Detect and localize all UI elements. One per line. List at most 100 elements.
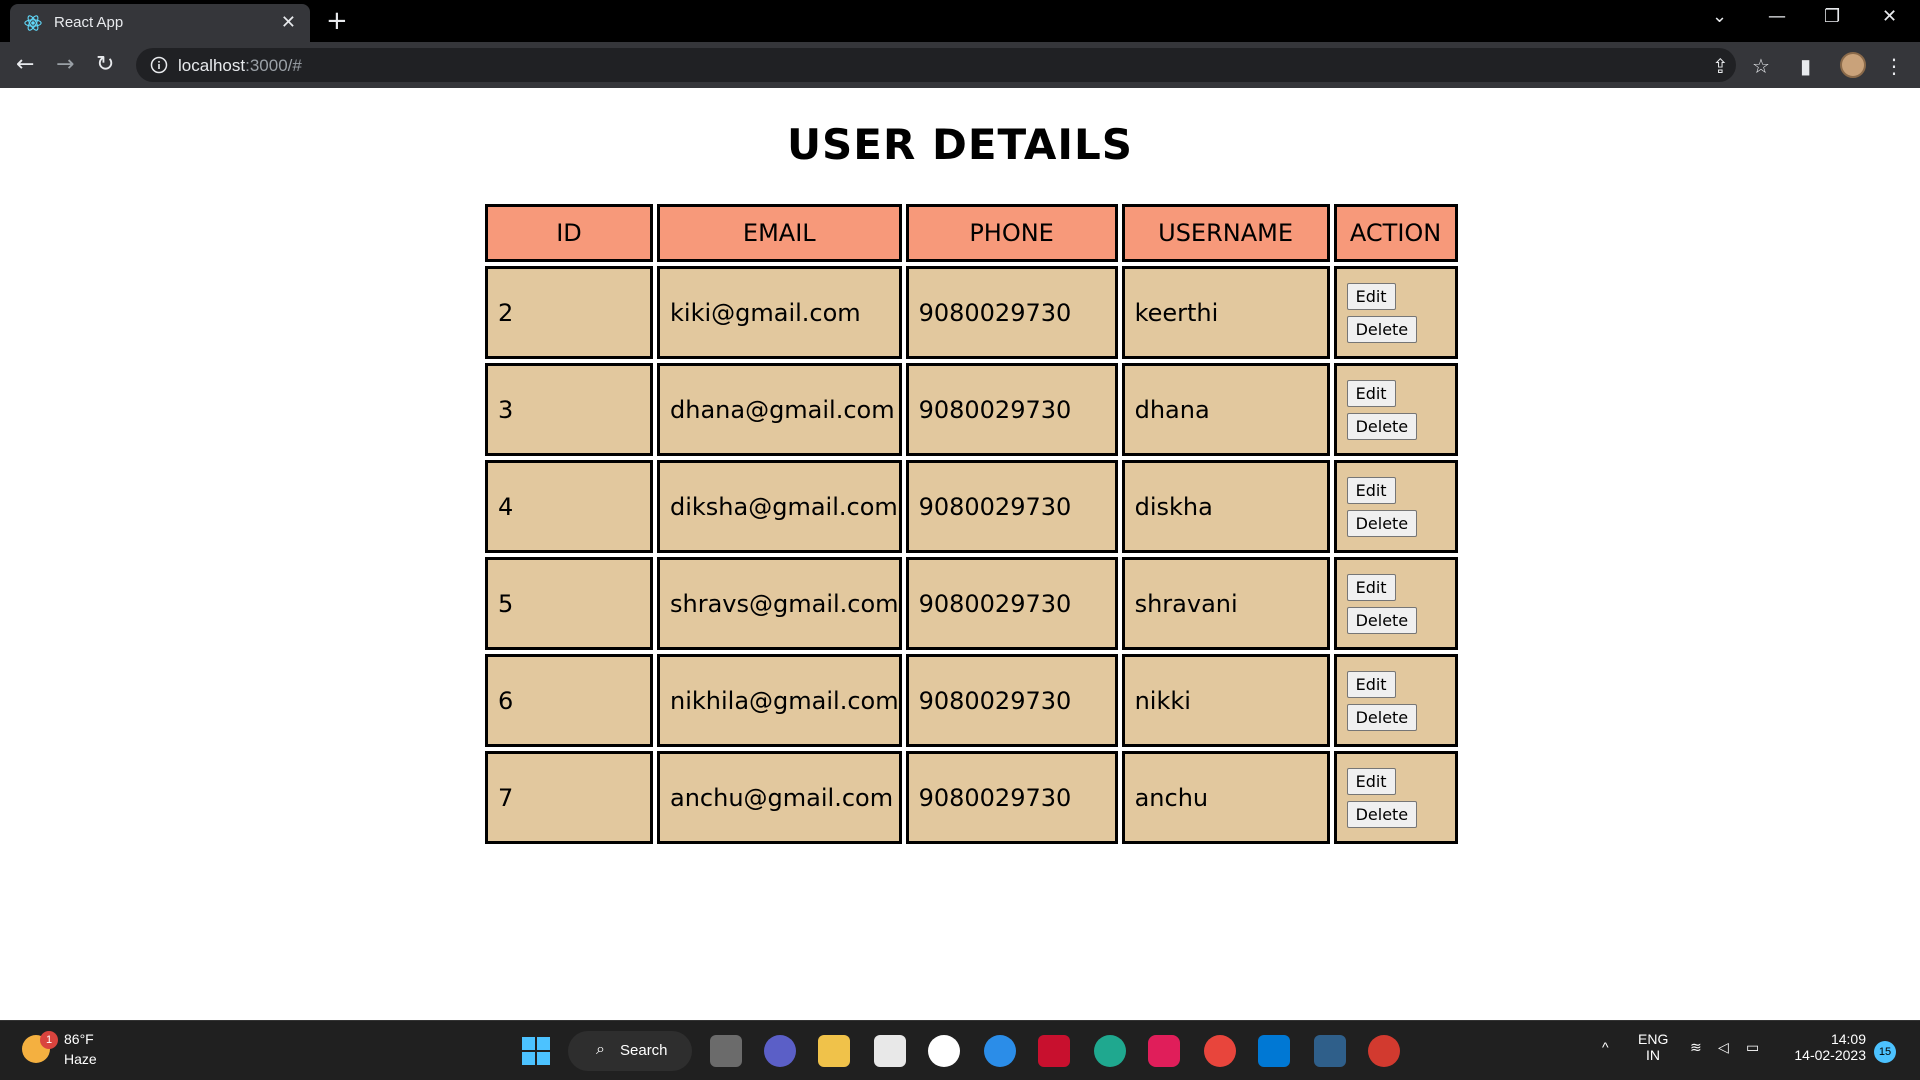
cell-phone: 9080029730 [905,266,1118,359]
page-content: USER DETAILS ID EMAIL PHONE USERNAME ACT… [0,88,1920,1020]
table-row: 6 nikhila@gmail.com 9080029730 nikki Edi… [485,654,1458,747]
get-help-icon[interactable] [984,1035,1016,1067]
cell-phone: 9080029730 [905,751,1118,844]
cell-username: nikki [1121,654,1330,747]
column-header-phone: PHONE [905,204,1118,262]
forward-arrow-icon[interactable]: → [56,52,74,77]
side-panel-icon[interactable]: ▮ [1800,54,1811,78]
edit-button[interactable]: Edit [1346,282,1396,310]
delete-button[interactable]: Delete [1346,315,1418,343]
share-icon[interactable]: ⇪ [1712,54,1729,78]
restore-button[interactable]: ❐ [1824,6,1840,27]
battery-icon[interactable]: ▭ [1746,1039,1759,1056]
edit-button[interactable]: Edit [1346,476,1396,504]
cell-action: Edit Delete [1333,460,1458,553]
cell-phone: 9080029730 [905,460,1118,553]
windows-taskbar: 1 86°F Haze ⌕ Search ^ ENG IN ≋ ◁ ▭ 14:0… [0,1020,1920,1080]
show-hidden-icons-chevron-icon[interactable]: ^ [1602,1039,1609,1055]
profile-avatar[interactable] [1840,52,1866,78]
user-table: ID EMAIL PHONE USERNAME ACTION 2 kiki@gm… [481,200,1462,848]
table-header-row: ID EMAIL PHONE USERNAME ACTION [485,204,1458,262]
cell-action: Edit Delete [1333,363,1458,456]
minimize-button[interactable]: — [1768,6,1786,27]
task-view-icon[interactable] [710,1035,742,1067]
back-arrow-icon[interactable]: ← [16,52,34,77]
table-row: 3 dhana@gmail.com 9080029730 dhana Edit … [485,363,1458,456]
slack-icon[interactable] [1148,1035,1180,1067]
cell-phone: 9080029730 [905,363,1118,456]
react-logo-icon [24,15,42,31]
new-tab-button[interactable]: + [326,6,348,36]
cell-username: shravani [1121,557,1330,650]
column-header-action: ACTION [1333,204,1458,262]
column-header-username: USERNAME [1121,204,1330,262]
cell-email: diksha@gmail.com [657,460,902,553]
notification-count-badge[interactable]: 15 [1874,1041,1896,1063]
cell-id: 5 [485,557,653,650]
file-explorer-icon[interactable] [818,1035,850,1067]
bookmark-star-icon[interactable]: ☆ [1752,54,1770,78]
page-title: USER DETAILS [786,120,1134,169]
table-row: 2 kiki@gmail.com 9080029730 keerthi Edit… [485,266,1458,359]
edit-button[interactable]: Edit [1346,670,1396,698]
cell-action: Edit Delete [1333,266,1458,359]
delete-button[interactable]: Delete [1346,800,1418,828]
chrome-icon[interactable] [1204,1035,1236,1067]
cell-id: 2 [485,266,653,359]
github-icon[interactable] [928,1035,960,1067]
cell-action: Edit Delete [1333,654,1458,747]
edit-button[interactable]: Edit [1346,767,1396,795]
delete-button[interactable]: Delete [1346,412,1418,440]
delete-button[interactable]: Delete [1346,509,1418,537]
tab-search-chevron-icon[interactable]: ⌄ [1712,6,1727,27]
taskbar-search-button[interactable]: ⌕ Search [568,1031,692,1071]
tab-title: React App [54,14,124,31]
reload-icon[interactable]: ↻ [96,52,114,77]
language-indicator[interactable]: ENG IN [1638,1031,1668,1063]
cell-username: dhana [1121,363,1330,456]
vscode-icon[interactable] [1258,1035,1290,1067]
edit-button[interactable]: Edit [1346,573,1396,601]
cell-username: keerthi [1121,266,1330,359]
address-bar[interactable]: localhost:3000/# [136,48,1736,82]
browser-toolbar: ← → ↻ localhost:3000/# ⇪ ☆ ▮ ⋮ [0,42,1920,88]
clock-time: 14:09 [1830,1031,1866,1047]
cell-email: anchu@gmail.com [657,751,902,844]
site-info-icon[interactable] [150,56,168,74]
taskbar-clock[interactable]: 14:09 14-02-2023 [1786,1031,1866,1063]
weather-condition: Haze [64,1051,97,1067]
column-header-id: ID [485,204,653,262]
teams-chat-icon[interactable] [764,1035,796,1067]
tab-close-icon[interactable]: ✕ [281,12,296,33]
close-window-button[interactable]: ✕ [1882,6,1897,27]
browser-tab-strip: React App ✕ + ⌄ — ❐ ✕ [0,0,1920,42]
windows-start-icon[interactable] [522,1037,550,1065]
language-code: ENG [1638,1031,1669,1047]
url-text: localhost:3000/# [178,56,302,75]
menu-kebab-icon[interactable]: ⋮ [1884,54,1904,78]
cell-email: shravs@gmail.com [657,557,902,650]
table-row: 4 diksha@gmail.com 9080029730 diskha Edi… [485,460,1458,553]
cell-email: dhana@gmail.com [657,363,902,456]
cell-email: kiki@gmail.com [657,266,902,359]
table-row: 5 shravs@gmail.com 9080029730 shravani E… [485,557,1458,650]
cell-phone: 9080029730 [905,654,1118,747]
delete-button[interactable]: Delete [1346,606,1418,634]
column-header-email: EMAIL [657,204,902,262]
table-row: 7 anchu@gmail.com 9080029730 anchu Edit … [485,751,1458,844]
cell-username: anchu [1121,751,1330,844]
pen-app-icon[interactable] [1368,1035,1400,1067]
cell-action: Edit Delete [1333,751,1458,844]
wifi-icon[interactable]: ≋ [1690,1039,1702,1056]
cell-phone: 9080029730 [905,557,1118,650]
delete-button[interactable]: Delete [1346,703,1418,731]
edit-button[interactable]: Edit [1346,379,1396,407]
weather-temperature: 86°F [64,1031,94,1047]
cell-id: 7 [485,751,653,844]
workbench-app-icon[interactable] [1314,1035,1346,1067]
microsoft-store-icon[interactable] [874,1035,906,1067]
edge-browser-icon[interactable] [1094,1035,1126,1067]
volume-icon[interactable]: ◁ [1718,1039,1729,1056]
browser-tab[interactable]: React App ✕ [10,4,310,42]
mcafee-icon[interactable] [1038,1035,1070,1067]
